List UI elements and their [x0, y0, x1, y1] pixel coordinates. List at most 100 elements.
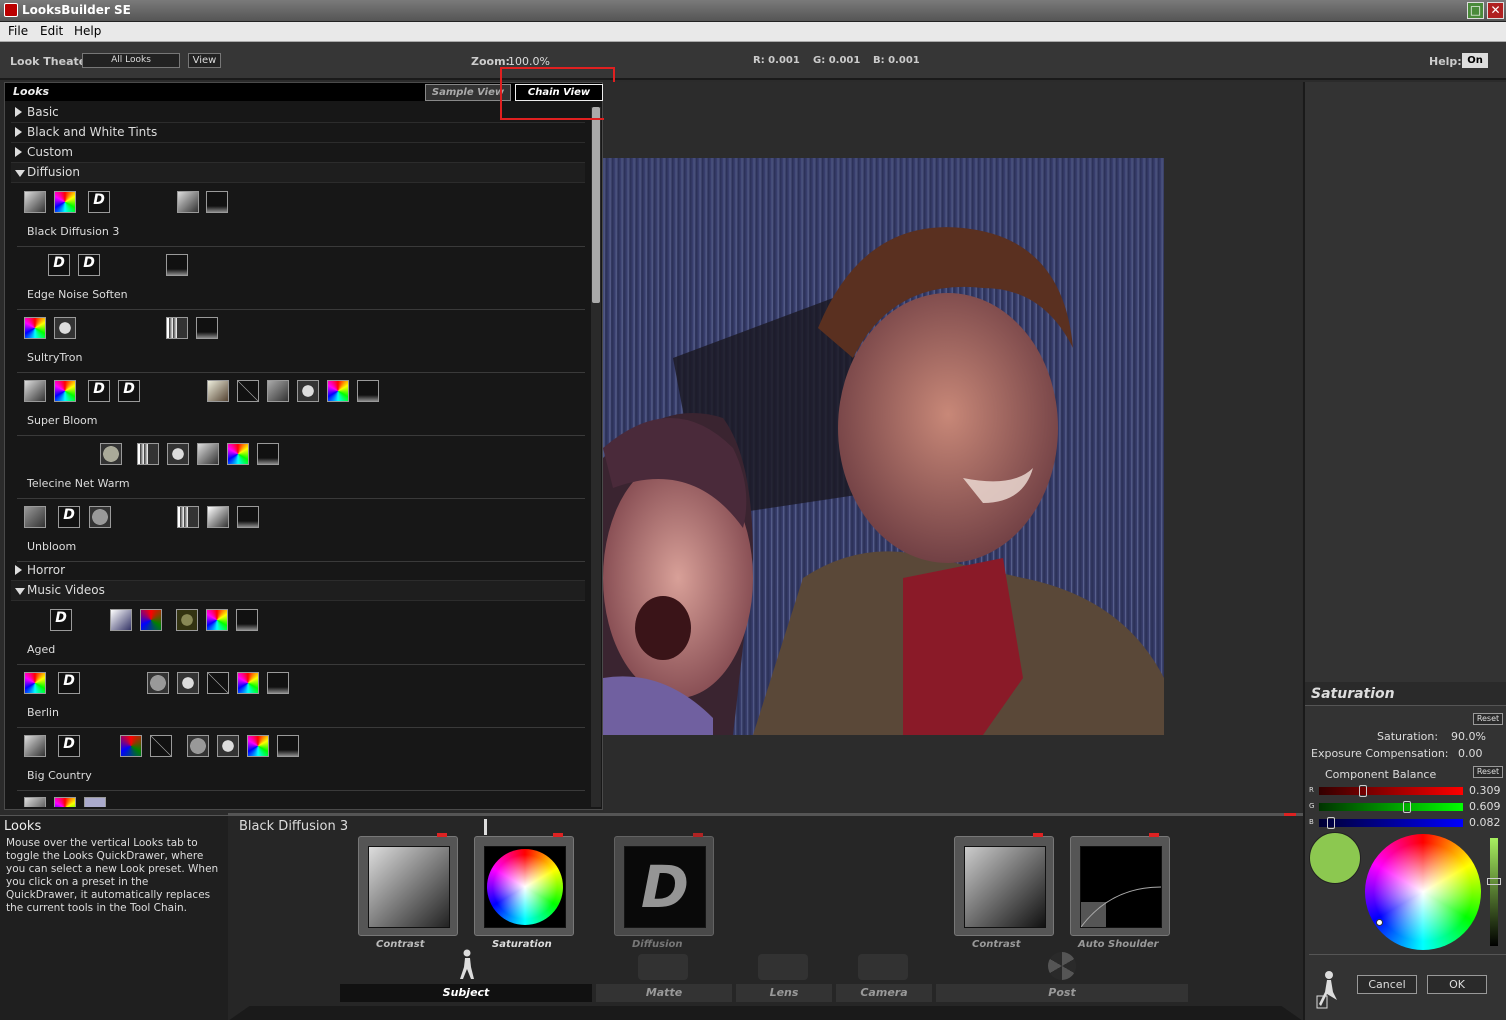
- auto-shoulder-tool-icon: [196, 317, 218, 339]
- menu-help[interactable]: Help: [74, 24, 101, 38]
- cancel-button[interactable]: Cancel: [1357, 975, 1417, 994]
- exposure-value[interactable]: 0.00: [1458, 747, 1483, 760]
- chain-tool-contrast[interactable]: [358, 833, 458, 936]
- diffusion-tool-icon: D: [48, 254, 70, 276]
- category-lens[interactable]: Lens: [736, 984, 832, 1002]
- exposure-tool-icon: [176, 609, 198, 631]
- exposure-tool-icon: [217, 735, 239, 757]
- look-black-diffusion-3[interactable]: D Black Diffusion 3: [17, 184, 585, 247]
- matte-camera-icon: [638, 954, 688, 980]
- b-value: 0.082: [1469, 816, 1501, 829]
- category-subject[interactable]: Subject: [340, 984, 592, 1002]
- chain-tool-contrast-post[interactable]: [954, 833, 1054, 936]
- contrast-tool-icon: [24, 797, 46, 807]
- look-berlin[interactable]: D Berlin: [17, 665, 585, 728]
- saturation-label: Saturation:: [1377, 730, 1439, 743]
- chain-marker: [1284, 813, 1296, 816]
- color-swatch: [1309, 832, 1361, 884]
- category-black-and-white-tints[interactable]: Black and White Tints: [11, 123, 585, 143]
- category-diffusion[interactable]: Diffusion: [11, 163, 585, 183]
- category-basic[interactable]: Basic: [11, 103, 585, 123]
- luminance-slider[interactable]: [1490, 838, 1498, 946]
- saturation-icon: [487, 849, 563, 925]
- preview-image[interactable]: [603, 158, 1164, 735]
- look-name: Big Country: [27, 769, 92, 782]
- close-button[interactable]: ✕: [1487, 2, 1504, 19]
- g-slider-knob[interactable]: [1402, 801, 1411, 813]
- remove-indicator: [553, 833, 563, 837]
- look-super-bloom[interactable]: D D Super Bloom: [17, 373, 585, 436]
- g-slider[interactable]: [1319, 803, 1463, 811]
- r-slider-knob[interactable]: [1359, 785, 1368, 797]
- saturation-tool-icon: [54, 380, 76, 402]
- look-partial[interactable]: [17, 791, 585, 807]
- look-big-country[interactable]: D Big Country: [17, 728, 585, 791]
- b-slider-knob[interactable]: [1326, 817, 1335, 829]
- expand-arrow-icon: [15, 565, 22, 575]
- looks-scroll-thumb[interactable]: [592, 107, 600, 303]
- category-horror[interactable]: Horror: [11, 561, 585, 581]
- bleach-tool-icon: [166, 317, 188, 339]
- category-camera[interactable]: Camera: [836, 984, 932, 1002]
- curve-tool-icon: [150, 735, 172, 757]
- view-button[interactable]: View: [188, 53, 221, 68]
- help-toggle[interactable]: On: [1462, 53, 1488, 68]
- r-slider[interactable]: [1319, 787, 1463, 795]
- look-name: Super Bloom: [27, 414, 98, 427]
- category-custom[interactable]: Custom: [11, 143, 585, 163]
- collapse-arrow-icon: [15, 588, 25, 595]
- current-look-name: Black Diffusion 3: [239, 819, 349, 834]
- luminance-knob[interactable]: [1487, 878, 1501, 885]
- chain-tool-saturation[interactable]: [474, 833, 574, 936]
- trash-icon[interactable]: [1315, 970, 1339, 1010]
- category-matte[interactable]: Matte: [596, 984, 732, 1002]
- auto-shoulder-tool-icon: [357, 380, 379, 402]
- b-slider[interactable]: [1319, 819, 1463, 827]
- diffusion-tool-icon: D: [58, 735, 80, 757]
- menu-edit[interactable]: Edit: [40, 24, 63, 38]
- menu-file[interactable]: File: [8, 24, 28, 38]
- lens-camera-icon: [758, 954, 808, 980]
- window-title: LooksBuilder SE: [22, 3, 131, 17]
- look-telecine-net-warm[interactable]: Telecine Net Warm: [17, 436, 585, 499]
- category-post[interactable]: Post: [936, 984, 1188, 1002]
- g-readout: G: 0.001: [813, 55, 861, 66]
- category-music-videos[interactable]: Music Videos: [11, 581, 585, 601]
- look-name: Aged: [27, 643, 56, 656]
- look-theater-select[interactable]: All Looks: [82, 53, 180, 68]
- saturation-header: Saturation: [1305, 682, 1506, 706]
- maximize-button[interactable]: □: [1467, 2, 1484, 19]
- remove-indicator: [1033, 833, 1043, 837]
- look-sultrytron[interactable]: SultryTron: [17, 310, 585, 373]
- look-name: Edge Noise Soften: [27, 288, 128, 301]
- look-unbloom[interactable]: D Unbloom: [17, 499, 585, 562]
- b-label: B: [1309, 818, 1314, 826]
- saturation-value[interactable]: 90.0%: [1451, 730, 1486, 743]
- exposure-label: Exposure Compensation:: [1311, 747, 1449, 760]
- ok-button[interactable]: OK: [1427, 975, 1487, 994]
- look-name: SultryTron: [27, 351, 83, 364]
- color-wheel[interactable]: [1365, 834, 1481, 950]
- curve-tool-icon: [237, 380, 259, 402]
- look-aged[interactable]: D Aged: [17, 602, 585, 665]
- look-name: Berlin: [27, 706, 59, 719]
- divider: [1309, 954, 1506, 955]
- reset-balance-button[interactable]: Reset: [1473, 766, 1503, 778]
- saturation-tool-icon: [327, 380, 349, 402]
- contrast-tool-icon: [24, 735, 46, 757]
- tab-sample-view[interactable]: Sample View: [425, 84, 511, 101]
- chain-base: [228, 1006, 1303, 1020]
- expand-arrow-icon: [15, 107, 22, 117]
- look-edge-noise-soften[interactable]: D D Edge Noise Soften: [17, 247, 585, 310]
- chain-label: Auto Shoulder: [1078, 939, 1159, 950]
- chain-cursor: [484, 819, 487, 835]
- color-wheel-marker[interactable]: [1376, 919, 1383, 926]
- chain-label: Diffusion: [632, 939, 683, 950]
- reset-button[interactable]: Reset: [1473, 713, 1503, 725]
- preview-photo: [603, 158, 1164, 735]
- net-tool-icon: [89, 506, 111, 528]
- chain-tool-diffusion[interactable]: D: [614, 833, 714, 936]
- diffusion-tool-icon: D: [88, 191, 110, 213]
- saturation-tool-icon: [24, 317, 46, 339]
- chain-tool-auto-shoulder[interactable]: [1070, 833, 1170, 936]
